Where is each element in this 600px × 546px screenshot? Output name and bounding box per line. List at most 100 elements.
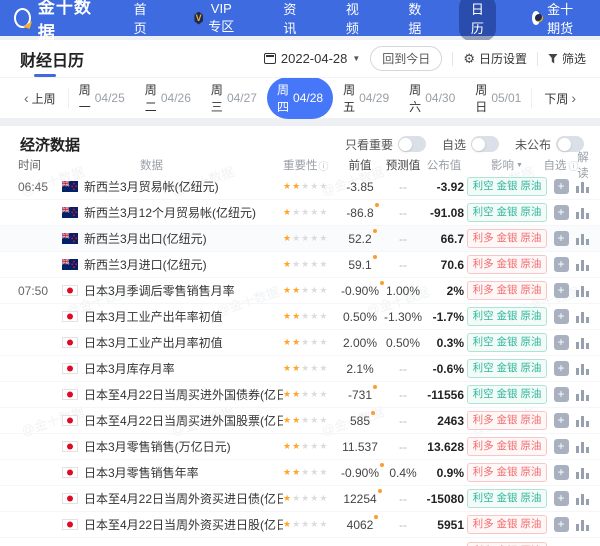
header-impact[interactable]: 影响 ▼ <box>464 157 550 173</box>
nav-item-数据[interactable]: 数据 <box>397 0 434 41</box>
add-favorite-button[interactable]: + <box>553 491 569 506</box>
previous-value: -0.90% <box>341 280 385 298</box>
next-week-label: 下周 <box>544 91 569 106</box>
impact-badge: 利多 金银 原油 <box>466 515 548 534</box>
previous-value: -86.8 <box>346 202 379 220</box>
previous-value: -3.85 <box>346 179 374 194</box>
nav-item-VIP专区[interactable]: V VIP专区 <box>184 0 245 39</box>
forecast-value: 0.50% <box>385 335 421 350</box>
toggle-switch[interactable] <box>397 136 426 152</box>
table-row[interactable]: 利多 金银 原油 + <box>0 538 600 546</box>
toggle-switch[interactable] <box>470 136 499 152</box>
day-tab-04/27[interactable]: 周三 04/27 <box>201 77 267 119</box>
actual-value: -11556 <box>427 387 464 402</box>
filter-button[interactable]: 筛选 <box>547 50 586 67</box>
table-row[interactable]: 新西兰3月12个月贸易帐(亿纽元) ★ ★ ★ ★ ★ -86.8 -- -91.08 … <box>0 200 600 226</box>
forecast-value: -- <box>399 439 407 454</box>
add-favorite-button[interactable]: + <box>553 179 569 194</box>
importance-stars: ★ ★ ★ ★ ★ <box>283 337 328 347</box>
indicator-name: 日本3月工业产出年率初值 <box>84 310 223 324</box>
previous-value: 12254 <box>343 488 382 506</box>
date-picker[interactable]: 2022-04-28 ▼ <box>263 51 360 66</box>
chart-icon[interactable] <box>576 311 590 323</box>
chart-icon[interactable] <box>576 493 590 505</box>
info-icon[interactable]: ⓘ <box>319 158 329 173</box>
day-tab-04/26[interactable]: 周二 04/26 <box>135 77 201 119</box>
forecast-value: -- <box>399 361 407 376</box>
importance-stars: ★ ★ ★ ★ ★ <box>283 233 328 243</box>
chart-icon[interactable] <box>576 207 590 219</box>
calendar-settings-button[interactable]: ⚙ 日历设置 <box>463 50 527 67</box>
prev-week-label: 上周 <box>31 91 56 106</box>
table-row[interactable]: 日本至4月22日当周外资买进日债(亿日元) ★ ★ ★ ★ ★ 12254 -- -15… <box>0 486 600 512</box>
add-favorite-button[interactable]: + <box>553 335 569 350</box>
calendar-settings-label: 日历设置 <box>478 52 527 66</box>
table-row[interactable]: 06:45 新西兰3月贸易帐(亿纽元) ★ ★ ★ ★ ★ -3.85 -- -3.92… <box>0 174 600 200</box>
chart-icon[interactable] <box>576 389 590 401</box>
table-row[interactable]: 新西兰3月出口(亿纽元) ★ ★ ★ ★ ★ 52.2 -- 66.7 利多 金银 原油… <box>0 226 600 252</box>
nav-item-资讯[interactable]: 资讯 <box>272 0 309 41</box>
add-favorite-button[interactable]: + <box>553 465 569 480</box>
chart-icon[interactable] <box>576 467 590 479</box>
chart-icon[interactable] <box>576 181 590 193</box>
table-row[interactable]: 日本3月工业产出年率初值 ★ ★ ★ ★ ★ 0.50% -1.30% -1.7% 利空… <box>0 304 600 330</box>
table-row[interactable]: 07:50 日本3月季调后零售销售月率 ★ ★ ★ ★ ★ -0.90% 1.00% 2… <box>0 278 600 304</box>
add-favorite-button[interactable]: + <box>553 231 569 246</box>
day-weekday: 周三 <box>210 83 223 114</box>
revision-dot-icon <box>374 202 379 207</box>
day-tab-04/29[interactable]: 周五 04/29 <box>333 77 399 119</box>
indicator-name: 日本3月季调后零售销售月率 <box>84 284 235 298</box>
table-row[interactable]: 日本3月零售销售(万亿日元) ★ ★ ★ ★ ★ 11.537 -- 13.628 利多… <box>0 434 600 460</box>
table-header: 时间 数据 重要性 ⓘ 前值 预测值 公布值 影响 ▼ 自选 ⓘ 解读 <box>0 152 600 180</box>
prev-week-button[interactable]: ‹ 上周 <box>12 88 69 108</box>
chart-icon[interactable] <box>576 233 590 245</box>
add-favorite-button[interactable]: + <box>553 361 569 376</box>
toggle-只看重要[interactable]: 只看重要 <box>345 136 426 153</box>
chevron-down-icon: ▼ <box>516 161 523 169</box>
table-row[interactable]: 新西兰3月进口(亿纽元) ★ ★ ★ ★ ★ 59.1 -- 70.6 利多 金银 原油… <box>0 252 600 278</box>
economic-data-card: @金十数据 @金十数据 @金十数据 @金十数据 @金十数据 @金十数据 @金十数据 @金十数据… <box>0 126 600 546</box>
day-date: 04/27 <box>226 91 257 105</box>
table-row[interactable]: 日本至4月22日当周买进外国股票(亿日元) ★ ★ ★ ★ ★ 585 -- 2463 … <box>0 408 600 434</box>
add-favorite-button[interactable]: + <box>553 413 569 428</box>
day-tab-04/28[interactable]: 周四 04/28 <box>266 77 334 119</box>
day-tab-05/01[interactable]: 周日 05/01 <box>465 77 531 119</box>
chart-icon[interactable] <box>576 363 590 375</box>
toggle-自选[interactable]: 自选 <box>442 136 499 153</box>
filter-label: 筛选 <box>561 52 586 66</box>
nav-item-日历[interactable]: 日历 <box>459 0 496 41</box>
day-tab-04/25[interactable]: 周一 04/25 <box>69 77 135 119</box>
actual-value: -3.92 <box>436 179 464 194</box>
add-favorite-button[interactable]: + <box>553 517 569 532</box>
add-favorite-button[interactable]: + <box>553 439 569 454</box>
brand[interactable]: 金十数据 <box>14 0 96 43</box>
indicator-name: 日本3月工业产出月率初值 <box>84 336 223 350</box>
add-favorite-button[interactable]: + <box>553 257 569 272</box>
nav-item-视频[interactable]: 视频 <box>334 0 371 41</box>
table-row[interactable]: 日本3月零售销售年率 ★ ★ ★ ★ ★ -0.90% 0.4% 0.9% 利多 金银 … <box>0 460 600 486</box>
add-favorite-button[interactable]: + <box>553 205 569 220</box>
add-favorite-button[interactable]: + <box>553 309 569 324</box>
table-row[interactable]: 日本3月工业产出月率初值 ★ ★ ★ ★ ★ 2.00% 0.50% 0.3% 利空 金… <box>0 330 600 356</box>
chart-icon[interactable] <box>576 415 590 427</box>
header-favorite: 自选 ⓘ <box>544 157 579 173</box>
back-to-today-button[interactable]: 回到今日 <box>370 46 443 71</box>
day-tab-04/30[interactable]: 周六 04/30 <box>399 77 465 119</box>
chart-icon[interactable] <box>576 259 590 271</box>
jin10-logo-icon <box>14 8 31 28</box>
divider <box>536 51 538 66</box>
chart-icon[interactable] <box>576 337 590 349</box>
indicator-name: 日本3月零售销售年率 <box>84 466 199 480</box>
chart-icon[interactable] <box>576 519 590 531</box>
week-navigation: ‹ 上周 周一 04/25 周二 04/26 周三 04/27 周四 04/28… <box>0 77 600 119</box>
table-row[interactable]: 日本至4月22日当周外资买进日股(亿日元) ★ ★ ★ ★ ★ 4062 -- 5951… <box>0 512 600 538</box>
nav-item-首页[interactable]: 首页 <box>122 0 159 41</box>
add-favorite-button[interactable]: + <box>553 387 569 402</box>
table-row[interactable]: 日本至4月22日当周买进外国债券(亿日元) ★ ★ ★ ★ ★ -731 -- -115… <box>0 382 600 408</box>
nav-item-金十期货[interactable]: 金十期货 <box>522 0 586 41</box>
table-row[interactable]: 日本3月库存月率 ★ ★ ★ ★ ★ 2.1% -- -0.6% 利空 金银 原油 + <box>0 356 600 382</box>
next-week-button[interactable]: 下周 › <box>531 88 588 108</box>
add-favorite-button[interactable]: + <box>553 283 569 298</box>
chart-icon[interactable] <box>576 441 590 453</box>
chart-icon[interactable] <box>576 285 590 297</box>
